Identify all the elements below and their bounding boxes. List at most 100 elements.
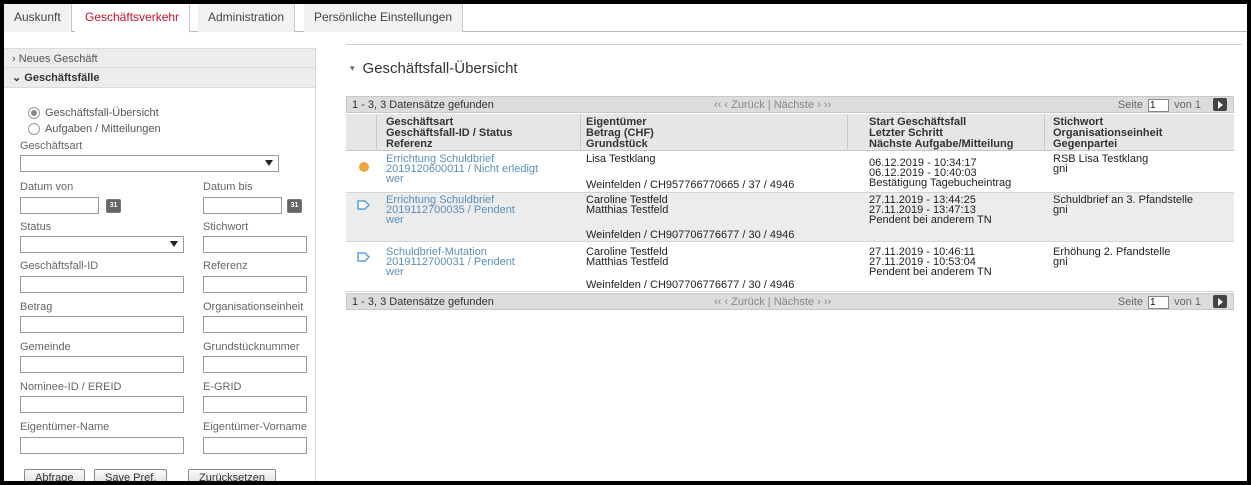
pagination-nav[interactable]: ‹‹ ‹ Zurück | Nächste › ›› — [714, 296, 831, 308]
naechste-aufgabe-text: Pendent bei anderem TN — [869, 214, 992, 226]
geschaeftsart-select[interactable] — [20, 155, 279, 172]
page-number-input[interactable]: 1 — [1148, 99, 1170, 112]
organisationseinheit-text: gni — [1053, 256, 1068, 268]
accordion-geschaeftsfaelle[interactable]: ⌄ Geschäftsfälle — [4, 68, 315, 88]
label-betrag: Betrag — [20, 301, 53, 313]
column-separator — [1044, 114, 1045, 151]
egrid-input[interactable] — [203, 396, 307, 413]
tab-auskunft[interactable]: Auskunft — [4, 4, 72, 32]
organisationseinheit-text: gni — [1053, 163, 1068, 175]
page-label: Seite — [1117, 99, 1143, 111]
calendar-icon[interactable]: 31 — [106, 199, 121, 213]
tab-administration[interactable]: Administration — [198, 4, 296, 32]
label-status: Status — [20, 221, 52, 233]
page-number-input[interactable]: 1 — [1148, 296, 1170, 309]
label-gemeinde: Gemeinde — [20, 341, 71, 353]
pager-top: 1 - 3, 3 Datensätze gefunden ‹‹ ‹ Zurück… — [346, 96, 1234, 113]
table-row[interactable]: Errichtung Schuldbrief 2019112700035 / P… — [346, 193, 1234, 242]
table-row[interactable]: Errichtung Schuldbrief 2019120600011 / N… — [346, 151, 1234, 193]
arrow-right-icon — [357, 252, 370, 262]
id-status-link[interactable]: 2019120600011 / Nicht erledigt — [386, 164, 538, 175]
chevron-down-icon — [265, 160, 273, 166]
pagination-nav[interactable]: ‹‹ ‹ Zurück | Nächste › ›› — [714, 99, 831, 111]
tab-geschaeftsverkehr[interactable]: Geschäftsverkehr — [75, 4, 191, 33]
column-separator — [580, 114, 581, 151]
id-status-link[interactable]: 2019112700031 / Pendent — [386, 257, 515, 268]
divider — [346, 44, 1242, 45]
datum-bis-input[interactable] — [203, 197, 282, 214]
status-select[interactable] — [20, 236, 184, 253]
radio-label: Geschäftsfall-Übersicht — [45, 107, 159, 119]
referenz-text[interactable]: wer — [386, 215, 404, 226]
grundstueck-text: Weinfelden / CH907706776677 / 30 / 4946 — [586, 229, 795, 241]
record-count: 1 - 3, 3 Datensätze gefunden — [352, 296, 494, 308]
next-page-icon[interactable] — [1213, 295, 1227, 308]
radio-option-aufgaben[interactable]: Aufgaben / Mitteilungen — [28, 122, 161, 136]
arrow-right-icon — [357, 200, 370, 210]
label-egrid: E-GRID — [203, 381, 242, 393]
label-organisationseinheit: Organisationseinheit — [203, 301, 304, 313]
column-header-eigentuemer[interactable]: Eigentümer Betrag (CHF) Grundstück — [586, 117, 654, 150]
header-line: Referenz — [386, 138, 433, 150]
label-geschaeftsfall-id: Geschäftsfall-ID — [20, 260, 99, 272]
eigentuemer-text: Matthias Testfeld — [586, 256, 669, 268]
organisationseinheit-input[interactable] — [203, 316, 307, 333]
referenz-text[interactable]: wer — [386, 174, 404, 185]
eigentuemer-text: Matthias Testfeld — [586, 204, 669, 216]
gemeinde-input[interactable] — [20, 356, 184, 373]
grundstuecknummer-input[interactable] — [203, 356, 307, 373]
header-line: Grundstück — [586, 138, 648, 150]
column-separator — [847, 114, 848, 151]
id-status-link[interactable]: 2019112700035 / Pendent — [386, 205, 515, 216]
page-total: von 1 — [1174, 99, 1201, 111]
calendar-icon[interactable]: 31 — [287, 199, 302, 213]
accordion-neues-geschaeft[interactable]: › Neues Geschäft — [4, 48, 315, 68]
organisationseinheit-text: gni — [1053, 204, 1068, 216]
collapse-icon[interactable]: ▾ — [350, 63, 355, 73]
tab-persoenliche-einstellungen[interactable]: Persönliche Einstellungen — [304, 4, 464, 32]
column-header-geschaeftsart[interactable]: Geschäftsart Geschäftsfall-ID / Status R… — [386, 117, 513, 150]
top-navigation: Auskunft Geschäftsverkehr Administration… — [4, 4, 1247, 33]
chevron-down-icon — [170, 241, 178, 247]
label-datum-bis: Datum bis — [203, 181, 253, 193]
referenz-input[interactable] — [203, 276, 307, 293]
save-pref-button[interactable]: Save Pref. — [94, 469, 168, 481]
page-title: ▾ Geschäftsfall-Übersicht — [350, 60, 518, 77]
eigentuemer-text: Lisa Testklang — [586, 153, 656, 165]
header-line: Gegenpartei — [1053, 138, 1118, 150]
label-eigentuemer-vorname: Eigentümer-Vorname — [203, 421, 307, 433]
column-header-start[interactable]: Start Geschäftsfall Letzter Schritt Näch… — [869, 117, 1013, 150]
column-header-stichwort[interactable]: Stichwort Organisationseinheit Gegenpart… — [1053, 117, 1162, 150]
radio-button[interactable] — [28, 123, 40, 135]
stichwort-input[interactable] — [203, 236, 307, 253]
search-sidebar: › Neues Geschäft ⌄ Geschäftsfälle Geschä… — [4, 48, 316, 481]
label-datum-von: Datum von — [20, 181, 74, 193]
radio-button-selected[interactable] — [28, 107, 40, 119]
page-indicator: Seite 1 von 1 — [1118, 99, 1201, 112]
label-referenz: Referenz — [203, 260, 248, 272]
betrag-input[interactable] — [20, 316, 184, 333]
label-grundstuecknummer: Grundstücknummer — [203, 341, 300, 353]
label-nominee-id: Nominee-ID / EREID — [20, 381, 122, 393]
geschaeftsfall-id-input[interactable] — [20, 276, 184, 293]
naechste-aufgabe-text: Pendent bei anderem TN — [869, 266, 992, 278]
label-stichwort: Stichwort — [203, 221, 249, 233]
reset-button[interactable]: Zurücksetzen — [188, 469, 277, 481]
label-geschaeftsart: Geschäftsart — [20, 140, 83, 152]
page-total: von 1 — [1174, 296, 1201, 308]
nominee-id-input[interactable] — [20, 396, 184, 413]
table-row[interactable]: Schuldbrief-Mutation 2019112700031 / Pen… — [346, 242, 1234, 292]
eigentuemer-name-input[interactable] — [20, 437, 184, 454]
column-separator — [376, 114, 377, 151]
referenz-text[interactable]: wer — [386, 267, 404, 278]
abfrage-button[interactable]: Abfrage — [24, 469, 85, 481]
grundstueck-text: Weinfelden / CH907706776677 / 30 / 4946 — [586, 279, 795, 291]
radio-option-uebersicht[interactable]: Geschäftsfall-Übersicht — [28, 106, 159, 120]
datum-von-input[interactable] — [20, 197, 99, 214]
eigentuemer-vorname-input[interactable] — [203, 437, 307, 454]
status-dot-icon — [359, 162, 369, 172]
page-label: Seite — [1117, 296, 1143, 308]
next-page-icon[interactable] — [1213, 98, 1227, 111]
application-frame: Auskunft Geschäftsverkehr Administration… — [4, 4, 1247, 481]
radio-label: Aufgaben / Mitteilungen — [45, 123, 161, 135]
